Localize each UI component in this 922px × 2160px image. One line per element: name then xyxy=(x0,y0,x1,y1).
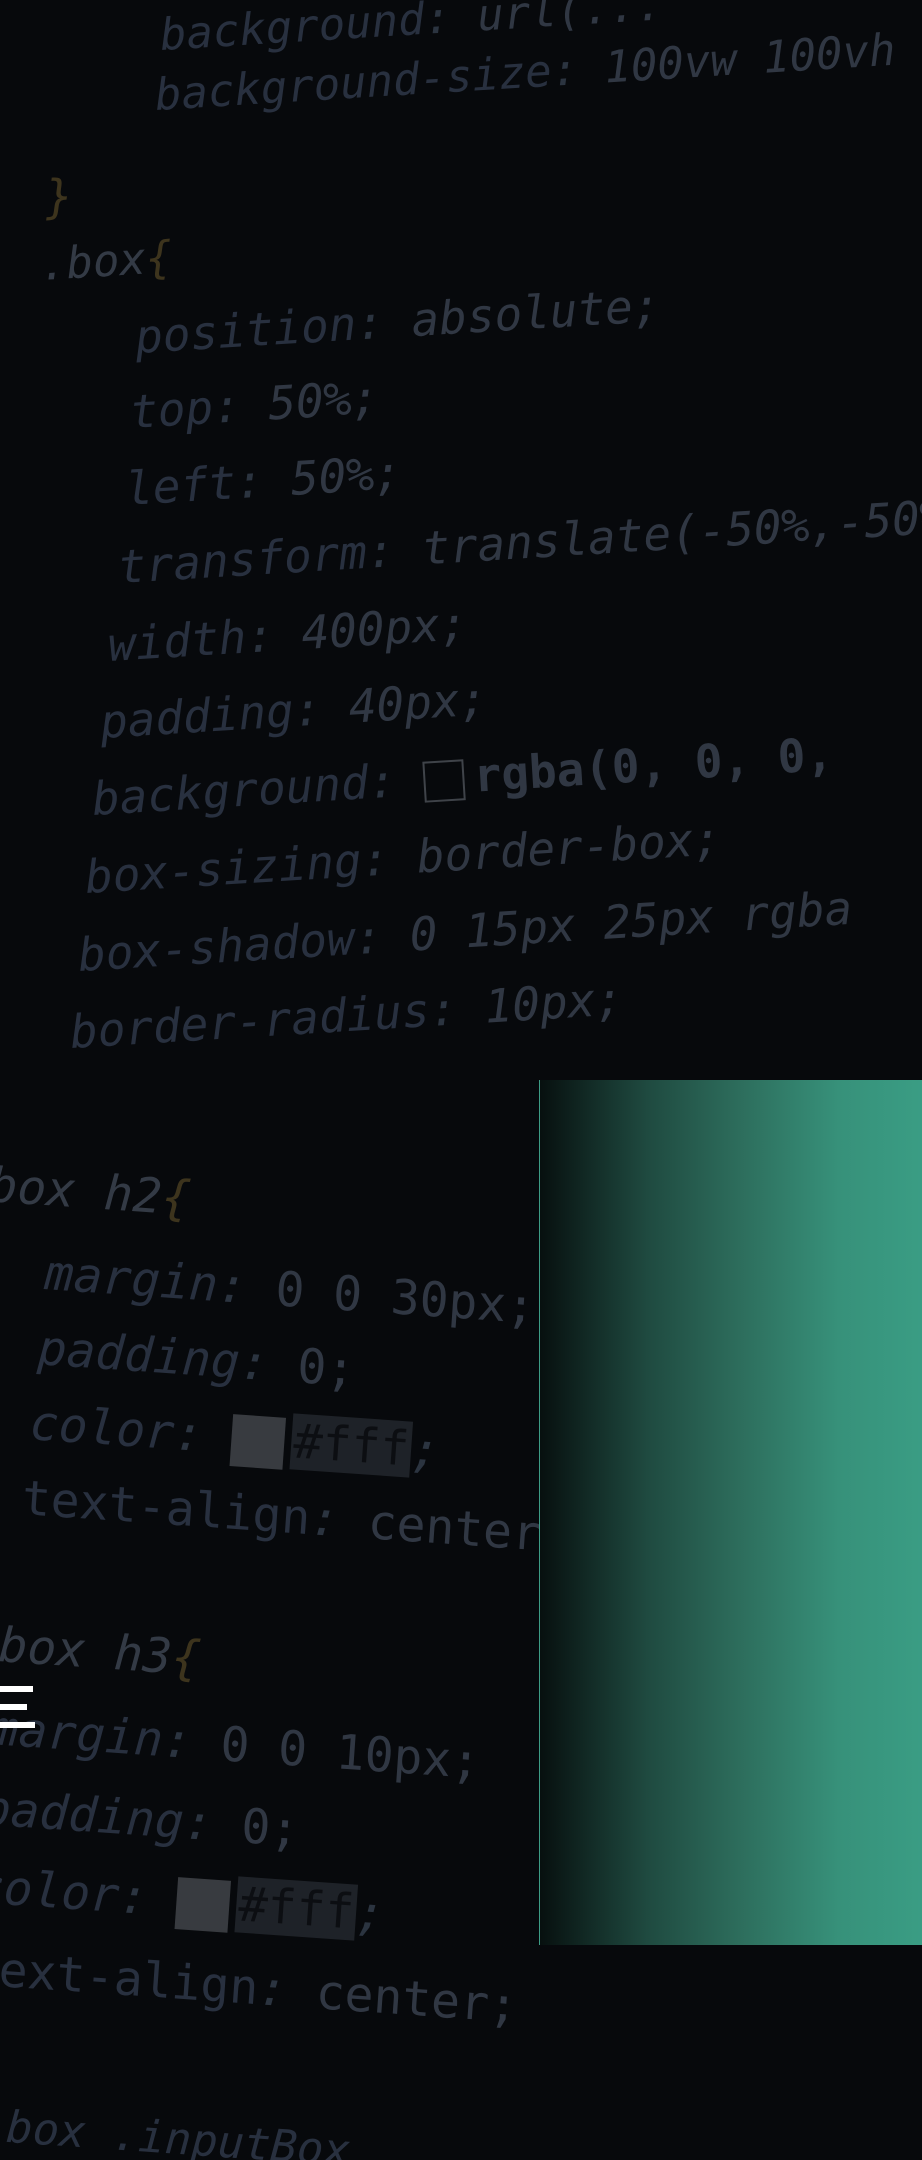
code-separator: : xyxy=(422,0,479,45)
code-separator: : xyxy=(359,829,419,888)
code-separator: : xyxy=(211,376,270,434)
code-separator: : xyxy=(181,1794,244,1855)
code-property: top xyxy=(128,379,215,439)
code-value: 0 15px 25px rgba xyxy=(408,880,854,962)
code-line: .box .inputBox xyxy=(0,2100,352,2160)
code-value: #fff xyxy=(289,1413,413,1478)
code-value: #fff xyxy=(234,1876,358,1941)
code-value: 0 0 30px; xyxy=(273,1261,538,1336)
code-separator: : xyxy=(161,1712,223,1773)
code-value: 0; xyxy=(239,1798,302,1859)
code-line: .box h2{ xyxy=(0,1155,193,1227)
code-line: border-radius: 10px; xyxy=(68,971,624,1059)
code-separator: : xyxy=(216,1257,278,1318)
code-value: 400px; xyxy=(299,596,470,661)
code-property: background xyxy=(90,755,371,826)
code-brace: { xyxy=(144,231,174,285)
color-swatch-icon xyxy=(174,1876,232,1934)
code-separator: : xyxy=(237,1334,300,1395)
code-property: background xyxy=(158,0,426,61)
code-separator: : xyxy=(244,606,304,664)
code-line: box-sizing: border-box; xyxy=(83,811,722,904)
code-line: top: 50%; xyxy=(128,370,380,439)
code-line: width: 400px; xyxy=(106,596,469,672)
code-value: 0 0 10px; xyxy=(218,1716,483,1791)
code-value: 100vw 100vh xyxy=(602,24,897,94)
code-semicolon: ; xyxy=(409,1421,442,1480)
code-value: absolute; xyxy=(409,277,662,348)
code-separator: : xyxy=(352,907,412,966)
code-separator: : xyxy=(427,979,487,1037)
code-property: width xyxy=(106,609,248,672)
code-property: border-radius xyxy=(68,983,432,1059)
code-separator: : xyxy=(365,521,424,579)
menu-icon-bar xyxy=(0,1704,27,1710)
code-semicolon: ; xyxy=(354,1884,387,1943)
code-separator: : xyxy=(308,1490,370,1551)
code-line: color: #fff; xyxy=(0,1858,387,1944)
code-selector: .box h3 xyxy=(0,1615,174,1686)
code-value: rgba(0, 0, 0, xyxy=(471,726,835,803)
code-value: 0; xyxy=(295,1338,358,1399)
code-line: color: #fff; xyxy=(28,1395,442,1481)
code-separator: : xyxy=(354,293,414,351)
code-selector: .box h2 xyxy=(0,1155,164,1226)
code-value: 40px; xyxy=(347,671,489,734)
code-property: box-sizing xyxy=(83,833,364,904)
code-separator: : xyxy=(291,679,351,738)
code-separator: : xyxy=(172,1405,234,1466)
code-property: color xyxy=(0,1858,122,1925)
code-line: margin: 0 0 30px; xyxy=(43,1245,537,1335)
code-separator: : xyxy=(256,1960,318,2021)
code-line: left: 50%; xyxy=(123,445,403,516)
code-property: .box .inputBox xyxy=(0,2100,352,2160)
gradient-panel xyxy=(539,1080,922,1945)
code-property: margin xyxy=(43,1245,220,1314)
code-line: .box{ xyxy=(38,232,173,291)
code-property: padding xyxy=(0,1780,186,1851)
code-line: position: absolute; xyxy=(133,278,662,364)
code-line: text-align: center; xyxy=(0,1940,520,2034)
code-separator: : xyxy=(233,451,293,510)
code-line: } xyxy=(43,168,74,224)
code-property: text-align xyxy=(20,1470,313,1547)
code-value: border-box; xyxy=(415,811,723,884)
code-property: padding xyxy=(98,683,296,749)
color-swatch-icon xyxy=(422,759,466,803)
code-value: center; xyxy=(313,1964,520,2035)
hamburger-menu-icon xyxy=(0,1686,33,1692)
menu-icon-bar xyxy=(0,1722,35,1728)
code-selector: .box xyxy=(38,233,148,291)
code-value: 50%; xyxy=(266,369,381,431)
code-brace: { xyxy=(169,1629,203,1688)
code-line: margin: 0 0 10px; xyxy=(0,1700,482,1790)
code-property: text-align xyxy=(0,1940,261,2017)
code-property: box-shadow xyxy=(76,911,357,982)
code-value: 10px; xyxy=(482,971,625,1034)
code-line: padding: 0; xyxy=(0,1780,301,1858)
code-property: transform xyxy=(116,524,369,594)
code-value: translate(-50%,-50%); xyxy=(420,485,922,576)
app-screen: background: url(... background-size: 100… xyxy=(0,0,922,2160)
code-line: .box h3{ xyxy=(0,1615,203,1687)
code-property: position xyxy=(133,296,358,364)
code-brace: { xyxy=(159,1169,193,1228)
code-line: padding: 40px; xyxy=(98,671,488,749)
code-separator: : xyxy=(366,751,426,810)
code-separator: : xyxy=(550,42,607,97)
menu-toggle-button[interactable] xyxy=(0,1686,36,1728)
code-separator: : xyxy=(117,1868,179,1929)
color-swatch-icon xyxy=(229,1413,287,1471)
code-value: 50%; xyxy=(289,445,404,506)
code-line: text-align: center; xyxy=(20,1470,572,1564)
code-brace: } xyxy=(43,168,75,224)
code-property: color xyxy=(28,1395,177,1462)
code-line: padding: 0; xyxy=(36,1320,357,1398)
code-property: padding xyxy=(36,1320,242,1391)
code-value: url(... xyxy=(475,0,664,42)
code-property: left xyxy=(123,455,238,516)
